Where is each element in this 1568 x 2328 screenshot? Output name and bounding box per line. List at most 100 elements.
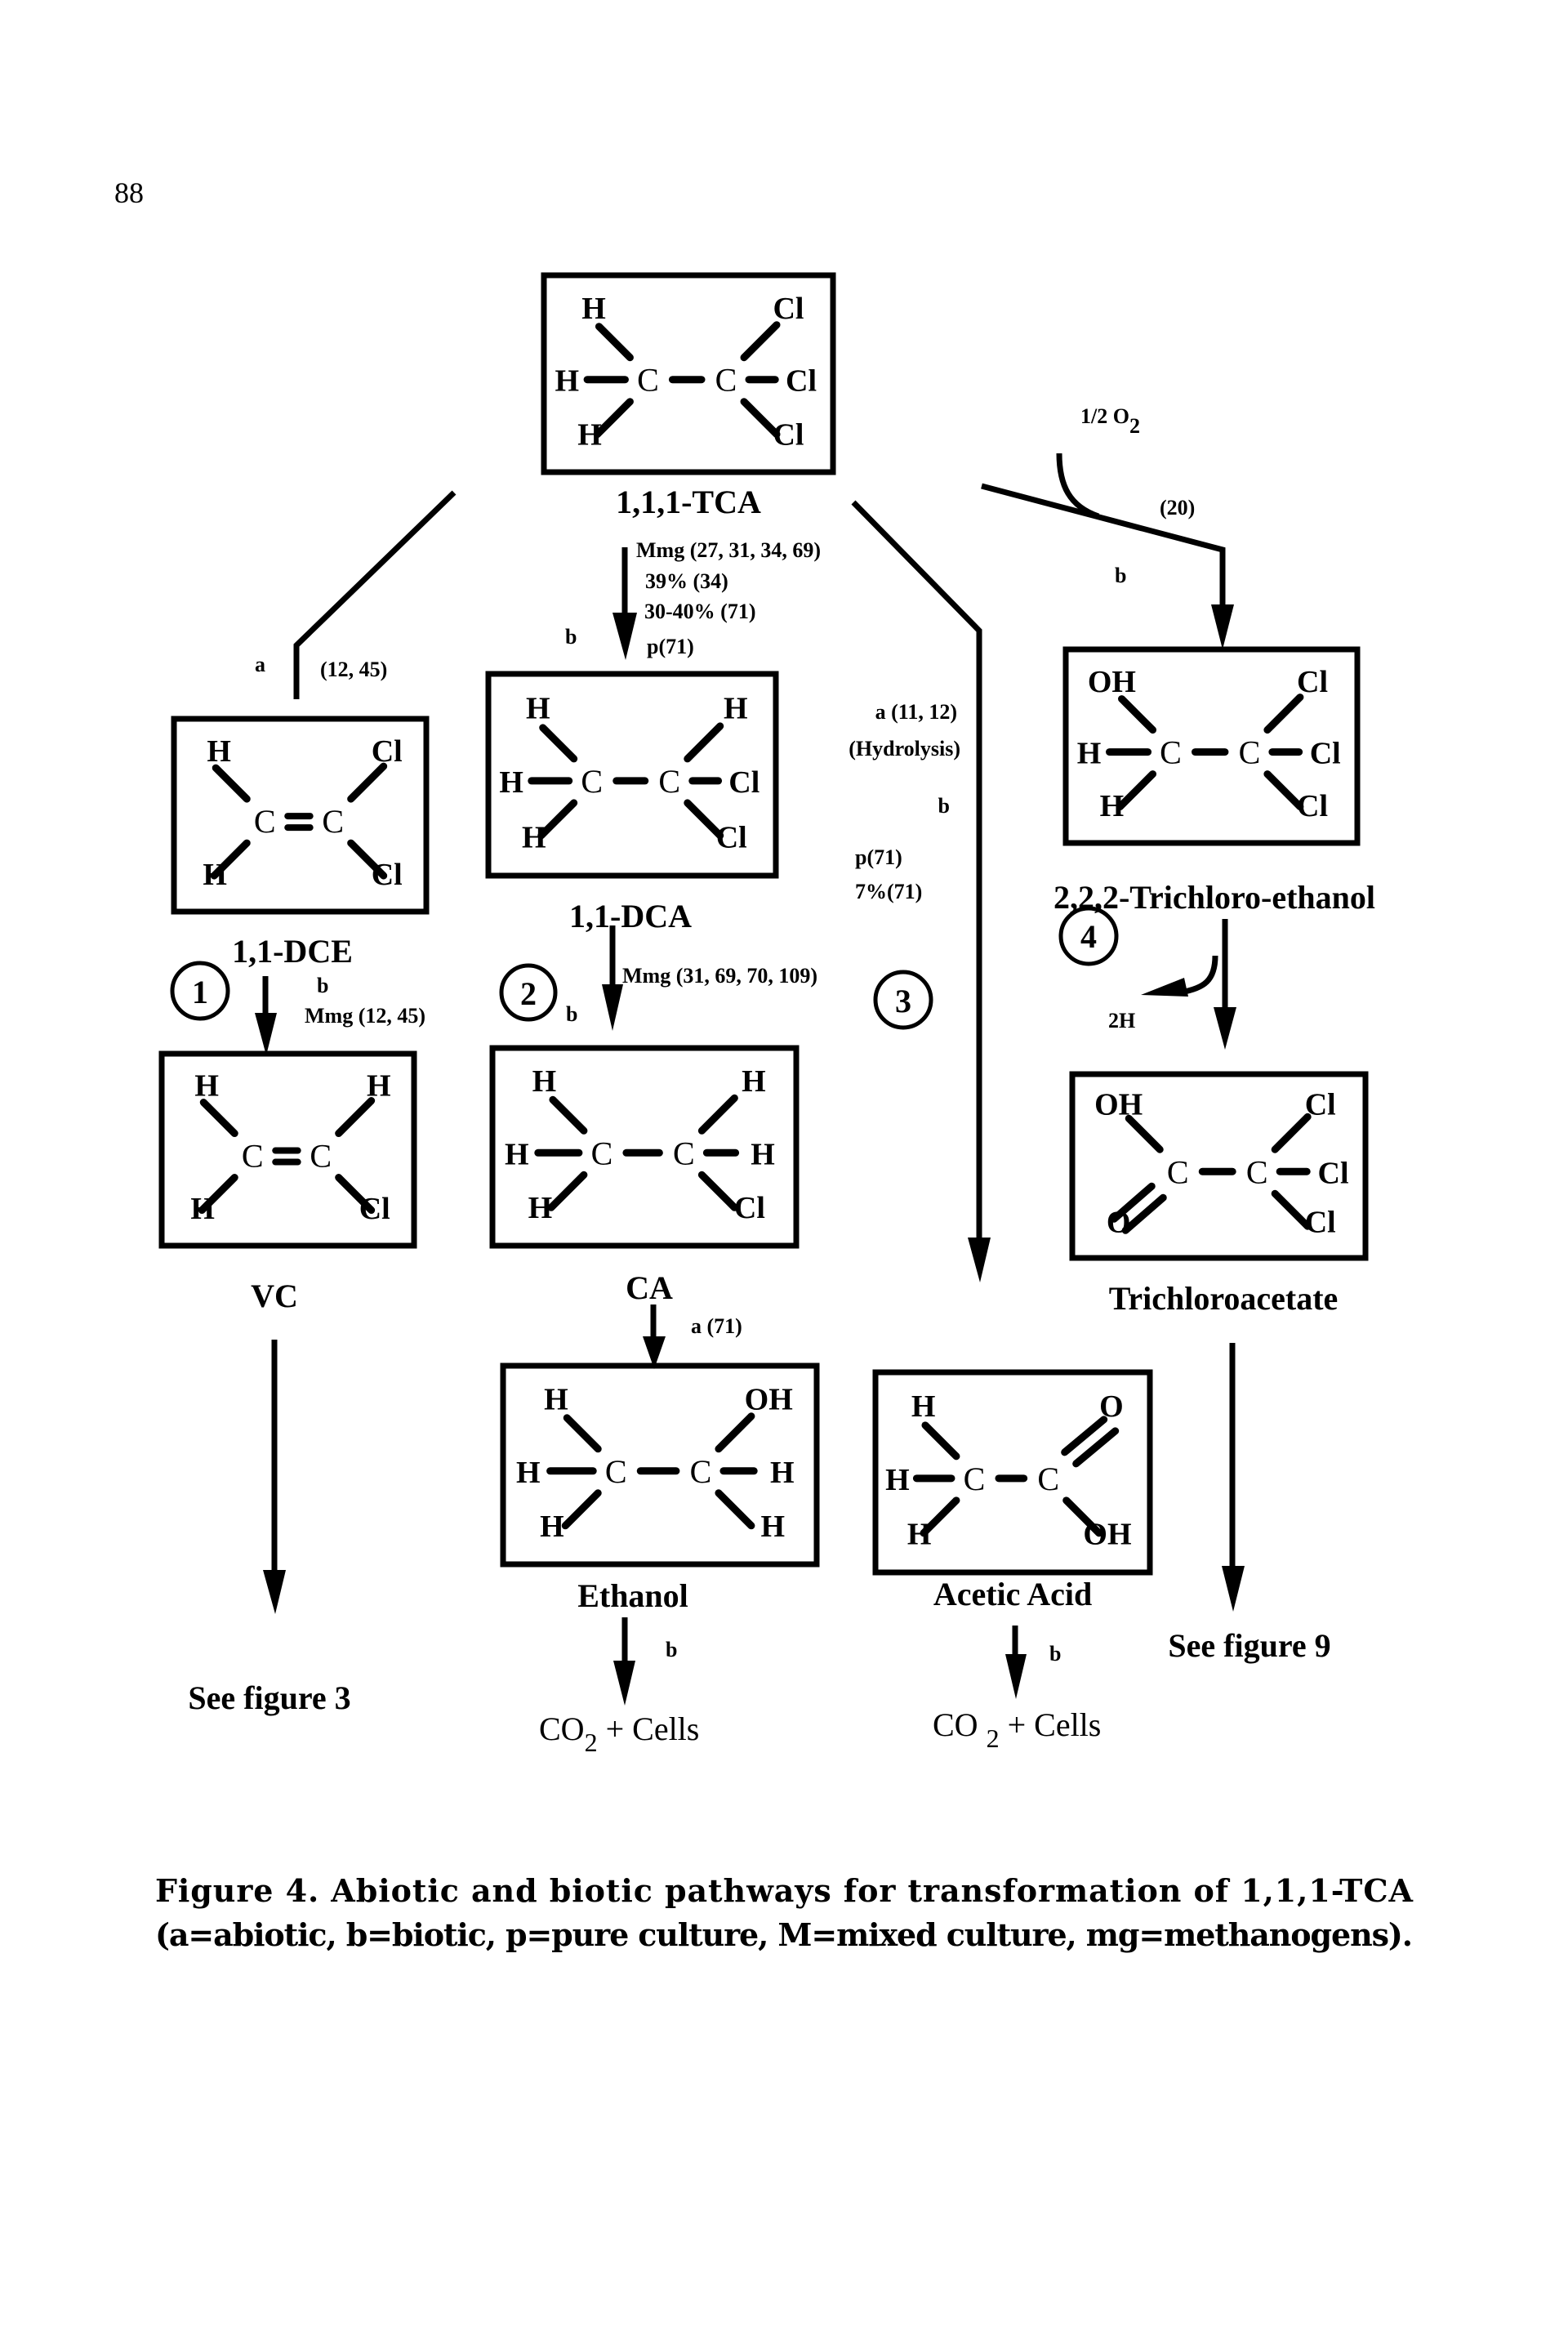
atom-right-bot: Cl bbox=[716, 820, 747, 854]
figure-caption-line-1: Figure 4. Abiotic and biotic pathways fo… bbox=[155, 1872, 1414, 1909]
atom-carbon-2: C bbox=[1246, 1153, 1268, 1190]
atom-carbon-1: C bbox=[591, 1135, 613, 1171]
co2-subscript: 2 bbox=[987, 1724, 1000, 1753]
bond-left-bot bbox=[561, 1489, 602, 1530]
bond-right-bot bbox=[715, 1489, 755, 1530]
atom-carbon-2: C bbox=[1239, 734, 1261, 771]
note-tca-to-acetic-3: b bbox=[938, 794, 950, 818]
atom-right-mid: H bbox=[751, 1137, 775, 1171]
product-co2-cells-acetic: CO 2 + Cells bbox=[933, 1706, 1101, 1753]
co2-text: CO bbox=[539, 1710, 585, 1747]
atom-left-mid: H bbox=[505, 1137, 529, 1171]
atom-carbon-1: C bbox=[1160, 734, 1182, 771]
atom-left-top: OH bbox=[1094, 1088, 1143, 1122]
bond-left-top bbox=[539, 724, 578, 763]
label-1-1-dce: 1,1-DCE bbox=[232, 933, 353, 970]
note-tca-to-acetic-4: p(71) bbox=[855, 845, 902, 869]
bond-right-top bbox=[347, 762, 388, 803]
bond-left-top bbox=[595, 323, 634, 362]
atom-right-mid: H bbox=[770, 1456, 795, 1490]
atom-carbon-2: C bbox=[673, 1135, 695, 1171]
bond-right-top bbox=[1271, 1113, 1312, 1153]
arrow-tca-to-acetic bbox=[851, 500, 982, 1242]
co2-text: CO bbox=[933, 1706, 987, 1743]
atom-carbon-2: C bbox=[715, 362, 737, 399]
bond-right-bot bbox=[1271, 1189, 1312, 1230]
bond-left-bot bbox=[537, 799, 578, 840]
byproduct-2h: 2H bbox=[1108, 1009, 1135, 1032]
atom-right-top: H bbox=[724, 691, 748, 725]
atom-right-bot: Cl bbox=[773, 417, 804, 452]
arrow-vc-out-head bbox=[263, 1570, 286, 1614]
atom-right-bot: H bbox=[760, 1510, 785, 1544]
atom-carbon-1: C bbox=[242, 1138, 264, 1175]
bond-right-top bbox=[335, 1097, 376, 1138]
bond-left-bot bbox=[547, 1171, 588, 1211]
molecule-vinyl-chloride: CCHHHCl bbox=[158, 1050, 417, 1249]
atom-carbon-2: C bbox=[322, 803, 344, 840]
atom-left-top: H bbox=[207, 734, 231, 769]
bond-right-top bbox=[1263, 693, 1304, 734]
atom-left-top: OH bbox=[1088, 665, 1136, 699]
note-tca-to-dca-3: 30-40% (71) bbox=[644, 600, 755, 623]
bond-left-top bbox=[199, 1099, 238, 1138]
bond-left-bot bbox=[1116, 770, 1157, 811]
atom-right-mid: Cl bbox=[1318, 1156, 1349, 1190]
molecule-1-1-dce: CCHHClCl bbox=[171, 716, 430, 915]
atom-carbon-1: C bbox=[1167, 1153, 1189, 1190]
pathway-figure: 88 CCHHHClClCl CCHHClCl CCHHHCl CCHHHHCl… bbox=[114, 176, 1414, 1953]
label-1-1-dca: 1,1-DCA bbox=[569, 898, 692, 934]
bond-right-top bbox=[715, 1412, 755, 1453]
label-vc: VC bbox=[251, 1278, 298, 1314]
arrow-tcaa-out-head bbox=[1222, 1566, 1245, 1612]
atom-right-mid: Cl bbox=[1310, 737, 1341, 771]
atom-carbon-2: C bbox=[658, 763, 680, 800]
atom-left-bot: H bbox=[540, 1510, 564, 1544]
molecule-trichloroacetate: C COHOClClCl bbox=[1069, 1071, 1369, 1261]
pathway-type-a: a bbox=[255, 653, 265, 676]
atom-carbon-1: C bbox=[964, 1461, 986, 1497]
label-trichloroacetate: Trichloroacetate bbox=[1109, 1280, 1339, 1317]
atom-right-mid: Cl bbox=[786, 364, 817, 399]
atom-carbon-1: C bbox=[581, 763, 603, 800]
bond-right-bot bbox=[697, 1171, 738, 1211]
note-tca-to-acetic-1: a (11, 12) bbox=[875, 700, 957, 724]
note-tca-to-acetic-5: 7%(71) bbox=[855, 880, 922, 903]
molecule-1-1-1-tca: C CHHHClClCl bbox=[541, 272, 836, 475]
molecule-acetic-acid: C CHHHOOH bbox=[872, 1369, 1153, 1576]
product-co2-cells-ethanol: CO2 + Cells bbox=[539, 1710, 699, 1757]
molecule-ethanol: C CHHHOHHH bbox=[500, 1362, 820, 1568]
arrow-tca-to-acetic-head bbox=[968, 1238, 991, 1282]
atom-right-bot: Cl bbox=[359, 1192, 390, 1226]
atom-right-bot: Cl bbox=[1305, 1206, 1336, 1240]
bond-right-bot bbox=[740, 398, 781, 439]
atom-right-top: OH bbox=[745, 1382, 793, 1416]
atom-left-top: H bbox=[532, 1064, 557, 1099]
atom-left-bot: H bbox=[907, 1518, 932, 1552]
arrow-tca-to-dca-head bbox=[612, 613, 637, 660]
atom-right-top: H bbox=[742, 1064, 766, 1099]
pathway-type-b: b bbox=[566, 1002, 577, 1026]
atom-left-mid: H bbox=[516, 1456, 541, 1490]
atom-carbon-2: C bbox=[690, 1453, 712, 1490]
bond-right-bot bbox=[1263, 770, 1304, 811]
arrow-tca-to-tce-head bbox=[1211, 604, 1234, 649]
atom-left-mid: H bbox=[555, 364, 580, 399]
note-dca-to-ca: Mmg (31, 69, 70, 109) bbox=[622, 964, 817, 988]
bond-left-top bbox=[549, 1095, 588, 1135]
co2-subscript: 2 bbox=[585, 1728, 598, 1757]
arrow-dce-to-vc-head bbox=[255, 1013, 277, 1055]
molecule-trichloroethanol: C COHHHClClCl bbox=[1062, 646, 1361, 846]
bond-left-top bbox=[212, 764, 251, 803]
bond-left-top bbox=[563, 1414, 602, 1453]
note-tca-to-dca-1: Mmg (27, 31, 34, 69) bbox=[636, 538, 821, 562]
atom-right-top: Cl bbox=[773, 292, 804, 326]
cells-text: + Cells bbox=[598, 1710, 700, 1747]
note-tca-to-dca-4: p(71) bbox=[647, 635, 694, 658]
molecule-1-1-dca: C CHHHHClCl bbox=[485, 671, 779, 879]
pathway-type-b: b bbox=[666, 1638, 677, 1661]
arrow-acetic-out-head bbox=[1005, 1654, 1027, 1699]
arrow-ethanol-out-head bbox=[613, 1661, 635, 1706]
pathway-type-b: b bbox=[1115, 564, 1126, 587]
see-figure-3: See figure 3 bbox=[188, 1679, 350, 1716]
